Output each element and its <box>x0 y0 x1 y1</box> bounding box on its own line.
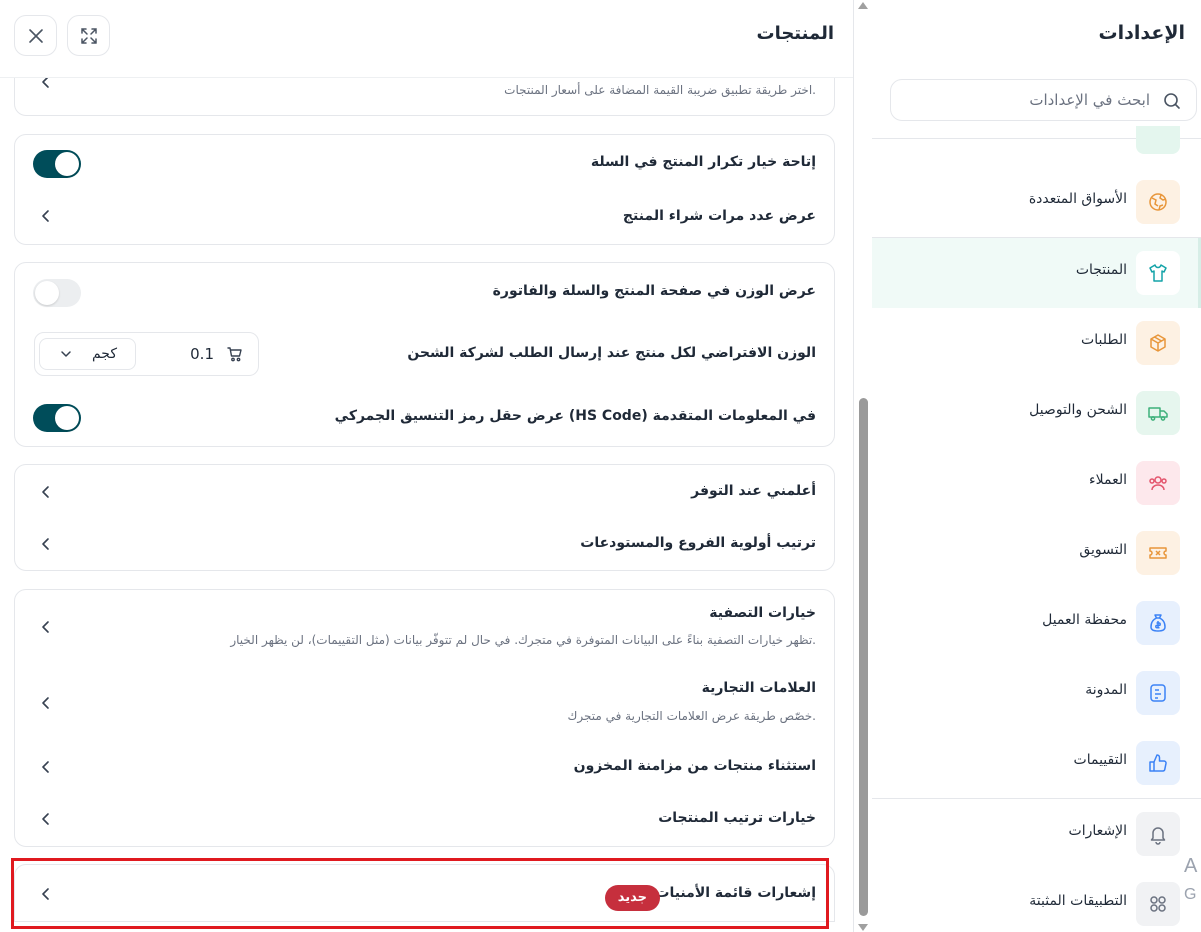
hs-code-label: عرض حقل رمز التنسيق الجمركي (HS Code) في… <box>334 408 816 424</box>
toggle-knob <box>35 281 59 305</box>
search-icon <box>1164 93 1180 109</box>
panel-header: المنتجات <box>0 0 853 78</box>
close-icon <box>28 28 43 43</box>
repeat-product-label: إتاحة خيار تكرار المنتج في السلة <box>590 154 816 170</box>
sidebar-item-products[interactable]: المنتجات <box>872 238 1201 308</box>
search-placeholder: ابحث في الإعدادات <box>1029 91 1150 109</box>
money-bag-icon <box>1136 601 1180 645</box>
weight-card: عرض الوزن في صفحة المنتج والسلة والفاتور… <box>14 262 835 447</box>
cart-options-card: إتاحة خيار تكرار المنتج في السلة عرض عدد… <box>14 134 835 245</box>
weight-unit-value: كجم <box>91 346 117 362</box>
tshirt-icon <box>1136 251 1180 295</box>
sidebar-item-customer-wallet[interactable]: محفظة العميل <box>872 588 1201 658</box>
panel-scrollbar[interactable] <box>854 0 872 932</box>
weight-display-toggle[interactable] <box>33 279 81 307</box>
weight-unit-select[interactable]: كجم <box>39 338 136 370</box>
highlight-box <box>11 858 829 929</box>
scroll-down-arrow[interactable] <box>858 924 868 931</box>
settings-search-input[interactable]: ابحث في الإعدادات <box>890 79 1197 121</box>
filter-options-description: تظهر خيارات التصفية بناءً على البيانات ا… <box>230 633 816 647</box>
truck-icon <box>1136 391 1180 435</box>
default-weight-input[interactable]: 0.1 كجم <box>34 332 259 376</box>
panel-title: المنتجات <box>756 23 834 44</box>
chevron-down-icon <box>61 351 71 357</box>
expand-icon <box>80 27 97 44</box>
chevron-left-icon[interactable] <box>39 696 53 710</box>
edge-text-b: G <box>1184 886 1197 903</box>
exclude-inventory-sync-label: استثناء منتجات من مزامنة المخزون <box>573 758 816 774</box>
thumbs-up-icon <box>1136 741 1180 785</box>
notify-availability-label: أعلمني عند التوفر <box>691 483 816 499</box>
warehouse-priority-label: ترتيب أولوية الفروع والمستودعات <box>580 535 816 551</box>
chevron-left-icon[interactable] <box>39 760 53 774</box>
sidebar-item-label: العملاء <box>1089 472 1127 488</box>
purchase-count-label: عرض عدد مرات شراء المنتج <box>622 208 816 224</box>
chevron-left-icon[interactable] <box>39 812 53 826</box>
default-weight-label: الوزن الافتراضي لكل منتج عند إرسال الطلب… <box>407 345 816 361</box>
box-icon <box>1136 321 1180 365</box>
repeat-product-toggle[interactable] <box>33 150 81 178</box>
default-weight-value: 0.1 <box>190 345 214 363</box>
weight-display-label: عرض الوزن في صفحة المنتج والسلة والفاتور… <box>492 283 816 299</box>
sidebar-item-blog[interactable]: المدونة <box>872 658 1201 728</box>
sidebar-item-label: الأسواق المتعددة <box>1028 191 1127 207</box>
chevron-left-icon[interactable] <box>39 537 53 551</box>
brands-title: العلامات التجارية <box>701 680 816 696</box>
ticket-icon <box>1136 531 1180 575</box>
blog-icon <box>1136 671 1180 715</box>
products-settings-panel: المنتجات اختر طريقة تطبيق ضريبة القيمة ا… <box>0 0 854 932</box>
sidebar-item-label: التقييمات <box>1073 752 1127 768</box>
chevron-left-icon[interactable] <box>39 209 53 223</box>
sidebar-item-label: الإشعارات <box>1068 823 1127 839</box>
sidebar-item-multi-markets[interactable]: الأسواق المتعددة <box>872 167 1201 237</box>
sidebar-item-customers[interactable]: العملاء <box>872 448 1201 518</box>
scroll-up-arrow[interactable] <box>858 2 868 9</box>
sidebar-item-label: التطبيقات المثبتة <box>1029 893 1127 909</box>
sidebar-item-label: محفظة العميل <box>1042 612 1127 628</box>
sidebar-item-label: الشحن والتوصيل <box>1029 402 1127 418</box>
sidebar-item-label: المدونة <box>1085 682 1127 698</box>
sort-options-label: خيارات ترتيب المنتجات <box>658 810 816 826</box>
apps-grid-icon <box>1136 882 1180 926</box>
hs-code-toggle[interactable] <box>33 404 81 432</box>
toggle-knob <box>55 152 79 176</box>
chevron-left-icon[interactable] <box>39 620 53 634</box>
sidebar-item-label: المنتجات <box>1075 262 1127 278</box>
scroll-thumb[interactable] <box>859 398 868 916</box>
bell-icon <box>1136 812 1180 856</box>
sidebar-item-orders[interactable]: الطلبات <box>872 308 1201 378</box>
weight-scale-icon <box>227 347 242 362</box>
globe-icon <box>1136 180 1180 224</box>
close-button[interactable] <box>14 15 57 56</box>
availability-card: أعلمني عند التوفر ترتيب أولوية الفروع وا… <box>14 464 835 571</box>
expand-button[interactable] <box>67 15 110 56</box>
catalog-options-card: خيارات التصفية تظهر خيارات التصفية بناءً… <box>14 589 835 847</box>
sidebar-item-label: الطلبات <box>1081 332 1127 348</box>
sidebar-item-notifications[interactable]: الإشعارات <box>872 799 1201 869</box>
chevron-left-icon[interactable] <box>39 485 53 499</box>
sidebar-item-partial[interactable] <box>1136 126 1180 154</box>
brands-description: خصّص طريقة عرض العلامات التجارية في متجر… <box>567 709 817 723</box>
users-icon <box>1136 461 1180 505</box>
sidebar-item-label: التسويق <box>1079 542 1127 558</box>
sidebar-item-reviews[interactable]: التقييمات <box>872 728 1201 798</box>
settings-sidebar: الإعدادات ابحث في الإعدادات الأسواق المت… <box>872 0 1201 932</box>
sidebar-item-installed-apps[interactable]: التطبيقات المثبتة <box>872 869 1201 932</box>
sidebar-item-marketing[interactable]: التسويق <box>872 518 1201 588</box>
toggle-knob <box>55 406 79 430</box>
sidebar-item-shipping[interactable]: الشحن والتوصيل <box>872 378 1201 448</box>
edge-text-a: A <box>1184 855 1198 877</box>
tax-description: اختر طريقة تطبيق ضريبة القيمة المضافة عل… <box>504 83 816 97</box>
sidebar-title: الإعدادات <box>1098 22 1185 44</box>
filter-options-title: خيارات التصفية <box>709 605 816 621</box>
